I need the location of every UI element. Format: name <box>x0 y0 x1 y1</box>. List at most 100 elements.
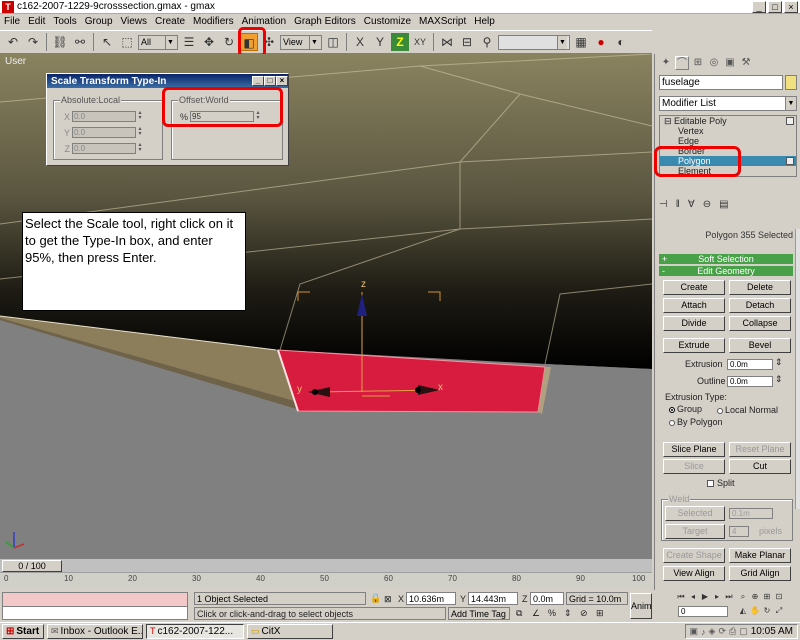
menu-file[interactable]: File <box>0 15 24 29</box>
group-radio[interactable]: Group <box>669 404 702 414</box>
hierarchy-tab-icon[interactable]: ⊞ <box>691 56 705 70</box>
absolute-y-field[interactable]: 0.0 <box>72 127 136 138</box>
tray-shield-icon[interactable]: ◈ <box>709 626 716 637</box>
absolute-z-field[interactable]: 0.0 <box>72 143 136 154</box>
percent-snap-icon[interactable]: % <box>548 608 556 618</box>
maxscript-listener[interactable] <box>2 592 188 620</box>
create-button[interactable]: Create <box>663 280 725 295</box>
slice-plane-button[interactable]: Slice Plane <box>663 442 725 457</box>
make-unique-icon[interactable]: ∀ <box>688 199 695 210</box>
axis-x-icon[interactable]: X <box>351 33 369 51</box>
maximize-viewport-icon[interactable]: ⤢ <box>774 606 784 616</box>
create-shape-button[interactable]: Create Shape <box>663 548 725 563</box>
stack-item-vertex[interactable]: Vertex <box>660 126 796 136</box>
menu-views[interactable]: Views <box>117 15 152 29</box>
modifier-list-dropdown[interactable]: Modifier List ▼ <box>659 96 797 111</box>
pivot-center-icon[interactable]: ◫ <box>324 33 342 51</box>
menu-tools[interactable]: Tools <box>49 15 80 29</box>
x-spinner[interactable]: ▴ ▾ <box>137 110 143 122</box>
mirror-icon[interactable]: ⋈ <box>438 33 456 51</box>
reference-coordinate-dropdown[interactable]: View ▼ <box>280 34 322 50</box>
detach-button[interactable]: Detach <box>729 298 791 313</box>
make-planar-button[interactable]: Make Planar <box>729 548 791 563</box>
display-tab-icon[interactable]: ▣ <box>723 56 737 70</box>
motion-tab-icon[interactable]: ◎ <box>707 56 721 70</box>
cut-button[interactable]: Cut <box>729 459 791 474</box>
start-button[interactable]: ⊞ Start <box>2 624 44 639</box>
menu-maxscript[interactable]: MAXScript <box>415 15 470 29</box>
timeline-track[interactable]: 0 10 20 30 40 50 60 70 80 90 100 <box>0 572 652 588</box>
add-time-tag-button[interactable]: Add Time Tag <box>448 607 510 620</box>
arc-rotate-icon[interactable]: ↻ <box>762 606 772 616</box>
object-color-swatch[interactable] <box>785 75 797 90</box>
weld-selected-button[interactable]: Selected <box>665 506 725 521</box>
y-coord-field[interactable]: 14.443m <box>468 592 518 605</box>
tray-volume-icon[interactable]: ♪ <box>701 627 706 637</box>
edit-geometry-rollout[interactable]: - Edit Geometry <box>659 266 793 276</box>
object-name-field[interactable]: fuselage <box>659 75 783 90</box>
selection-filter-dropdown[interactable]: All ▼ <box>138 34 178 50</box>
maxscript-input[interactable] <box>3 606 187 619</box>
menu-graph-editors[interactable]: Graph Editors <box>290 15 360 29</box>
time-slider-thumb[interactable]: 0 / 100 <box>2 560 62 572</box>
z-coord-field[interactable]: 0.0m <box>530 592 564 605</box>
absolute-x-field[interactable]: 0.0 <box>72 111 136 122</box>
go-to-end-icon[interactable]: ⏭ <box>724 592 734 602</box>
extrusion-field[interactable]: 0.0m <box>727 359 773 370</box>
view-align-button[interactable]: View Align <box>663 566 725 581</box>
selection-region-icon[interactable]: ⬚ <box>118 33 136 51</box>
go-to-start-icon[interactable]: ⏮ <box>676 592 686 602</box>
x-coord-field[interactable]: 10.636m <box>406 592 456 605</box>
field-of-view-icon[interactable]: ◭ <box>738 606 748 616</box>
pan-icon[interactable]: ✋ <box>750 606 760 616</box>
tray-network-icon[interactable]: ▣ <box>690 626 699 637</box>
by-polygon-radio[interactable]: By Polygon <box>669 417 723 427</box>
z-spinner[interactable]: ▴ ▾ <box>137 142 143 154</box>
previous-frame-icon[interactable]: ◂ <box>688 592 698 602</box>
axis-z-icon[interactable]: Z <box>391 33 409 51</box>
target-pixels-field[interactable]: 4 <box>729 526 749 537</box>
maximize-button[interactable]: □ <box>768 0 782 13</box>
tray-update-icon[interactable]: ⟳ <box>718 626 726 637</box>
link-icon[interactable]: ⛓ <box>51 33 69 51</box>
current-frame-field[interactable]: 0 <box>678 606 728 617</box>
pin-stack-icon[interactable]: ⊣ <box>659 199 668 210</box>
menu-help[interactable]: Help <box>470 15 499 29</box>
viewport-label[interactable]: User <box>5 56 26 67</box>
angle-snap-icon[interactable]: ∠ <box>532 608 540 619</box>
taskbar-item-gmax[interactable]: Tc162-2007-122... <box>146 624 244 639</box>
reset-plane-button[interactable]: Reset Plane <box>729 442 791 457</box>
zoom-extents-all-icon[interactable]: ⊡ <box>774 592 784 602</box>
zoom-icon[interactable]: ⌕ <box>738 592 748 602</box>
snap-icon[interactable]: ⚲ <box>478 33 496 51</box>
animate-toggle-button[interactable]: Anim <box>630 593 652 619</box>
material-editor-icon[interactable]: ▦ <box>572 33 590 51</box>
spinner-snap-icon[interactable]: ⇕ <box>564 608 572 619</box>
delete-button[interactable]: Delete <box>729 280 791 295</box>
zoom-all-icon[interactable]: ⊕ <box>750 592 760 602</box>
unlink-icon[interactable]: ⚯ <box>71 33 89 51</box>
local-normal-radio[interactable]: Local Normal <box>717 405 778 415</box>
bevel-button[interactable]: Bevel <box>729 338 791 353</box>
stack-item-editable-poly[interactable]: ⊟ Editable Poly <box>660 116 796 126</box>
command-panel-scrollbar[interactable] <box>795 229 800 509</box>
dialog-maximize-button[interactable]: □ <box>264 76 276 86</box>
slice-button[interactable]: Slice <box>663 459 725 474</box>
time-slider[interactable]: 0 / 100 <box>0 558 652 572</box>
minimize-button[interactable]: _ <box>752 0 766 13</box>
move-icon[interactable]: ✥ <box>200 33 218 51</box>
dialog-title-bar[interactable]: Scale Transform Type-In _ □ × <box>47 74 288 88</box>
lock-selection-icon[interactable]: 🔒 <box>370 593 381 604</box>
split-checkbox[interactable]: Split <box>707 478 735 488</box>
degradation-override-icon[interactable]: ⊘ <box>580 608 588 619</box>
menu-modifiers[interactable]: Modifiers <box>189 15 238 29</box>
axis-y-icon[interactable]: Y <box>371 33 389 51</box>
utilities-tab-icon[interactable]: ⚒ <box>739 56 753 70</box>
divide-button[interactable]: Divide <box>663 316 725 331</box>
grid-align-button[interactable]: Grid Align <box>729 566 791 581</box>
dialog-close-button[interactable]: × <box>276 76 288 86</box>
key-mode-icon[interactable]: ⊞ <box>596 608 604 619</box>
extrusion-spinner[interactable]: ⇕ <box>775 357 783 368</box>
menu-edit[interactable]: Edit <box>24 15 49 29</box>
redo-icon[interactable]: ↷ <box>24 33 42 51</box>
